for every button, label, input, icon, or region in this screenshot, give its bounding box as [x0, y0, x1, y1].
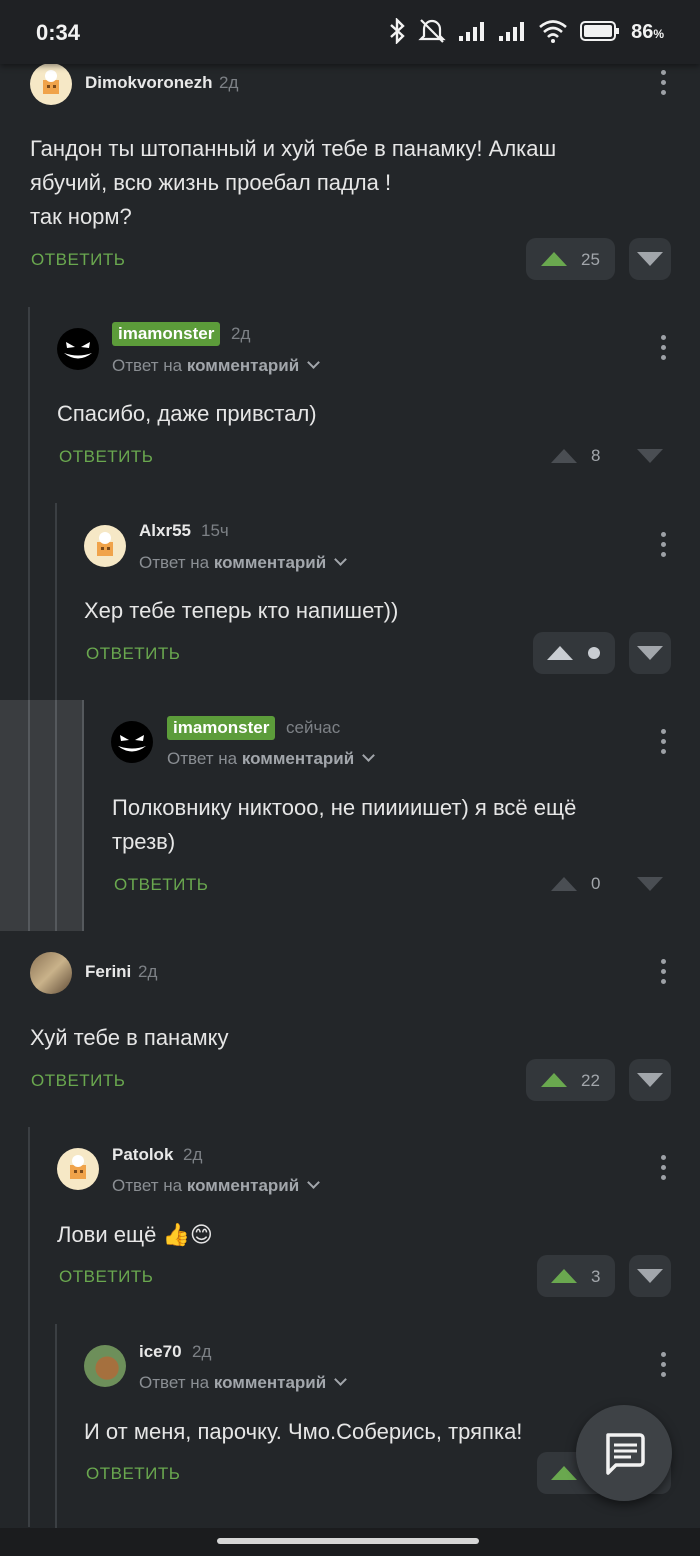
upvote-button[interactable] [551, 877, 577, 891]
battery-icon [580, 21, 619, 41]
vote-score: 3 [591, 1267, 601, 1286]
more-icon[interactable] [661, 1352, 667, 1378]
vote-hidden-indicator [588, 647, 600, 659]
thread-line [55, 1324, 57, 1528]
downvote-button[interactable] [637, 449, 663, 463]
chevron-down-icon [307, 1176, 321, 1189]
more-icon[interactable] [661, 729, 667, 755]
status-icons [388, 18, 620, 44]
home-gesture-handle[interactable] [217, 1538, 479, 1544]
reply-button[interactable]: ОТВЕТИТЬ [86, 644, 180, 664]
downvote-button[interactable] [629, 238, 671, 280]
comment-time: 2д [219, 73, 239, 92]
comment-time: 2д [192, 1342, 212, 1361]
vote-score: 25 [581, 250, 600, 269]
chevron-down-icon [334, 553, 348, 566]
upvote-icon [547, 646, 573, 660]
upvote-button[interactable] [551, 449, 577, 463]
signal-icon [499, 22, 524, 41]
vote-score: 22 [581, 1071, 600, 1090]
wifi-icon [539, 20, 567, 43]
more-icon[interactable] [661, 335, 667, 361]
upvote-icon [551, 1466, 577, 1480]
comment-time: 2д [138, 962, 158, 981]
comment-author[interactable]: Dimokvoronezh [85, 73, 213, 93]
avatar[interactable] [111, 721, 153, 763]
thread-line [28, 700, 30, 931]
comment-author[interactable]: imamonster [167, 716, 276, 740]
comment-time: 2д [183, 1145, 203, 1164]
more-icon[interactable] [661, 532, 667, 558]
comment-icon [606, 1433, 645, 1475]
comment-time: 2д [231, 324, 251, 343]
status-bar: 0:34 86% [0, 0, 700, 64]
reply-to-link[interactable]: Ответ на комментарий [167, 749, 376, 769]
reply-button[interactable]: ОТВЕТИТЬ [114, 875, 208, 895]
more-icon[interactable] [661, 70, 667, 96]
downvote-button[interactable] [629, 1059, 671, 1101]
downvote-icon [637, 1073, 663, 1087]
thread-line [55, 700, 57, 931]
reply-button[interactable]: ОТВЕТИТЬ [59, 1267, 153, 1287]
bluetooth-icon [390, 18, 405, 44]
avatar[interactable] [84, 525, 126, 567]
vote-score: 0 [591, 874, 601, 893]
avatar[interactable] [30, 952, 72, 994]
chevron-down-icon [334, 1373, 348, 1386]
comments-fab-button[interactable] [576, 1405, 672, 1501]
upvote-icon [541, 1073, 567, 1087]
thread-line [82, 700, 84, 931]
comment-author[interactable]: ice70 [139, 1342, 182, 1362]
comment-text: Хуй тебе в панамку [30, 1025, 229, 1050]
upvote-icon [551, 1269, 577, 1283]
status-time: 0:34 [36, 20, 81, 45]
reply-button[interactable]: ОТВЕТИТЬ [31, 1071, 125, 1091]
comment-author[interactable]: Ferini [85, 962, 131, 982]
vote-score: 8 [591, 446, 601, 465]
reply-button[interactable]: ОТВЕТИТЬ [31, 250, 125, 270]
upvote-button[interactable]: 22 [526, 1059, 615, 1101]
mute-icon [418, 19, 446, 43]
downvote-icon [637, 1269, 663, 1283]
thread-line [28, 1127, 30, 1527]
comment-author[interactable]: Alxr55 [139, 521, 191, 541]
reply-to-link[interactable]: Ответ на комментарий [139, 1373, 348, 1393]
upvote-icon [541, 252, 567, 266]
comment-text: Хер тебе теперь кто напишет)) [84, 598, 399, 623]
downvote-icon [637, 646, 663, 660]
upvote-button[interactable]: 25 [526, 238, 615, 280]
comment-text: Полковнику никтооо, не пиииишет) я всё е… [112, 795, 577, 854]
reply-to-link[interactable]: Ответ на комментарий [139, 553, 348, 573]
battery-level: 86% [631, 21, 664, 43]
avatar[interactable] [84, 1345, 126, 1387]
downvote-button[interactable] [629, 1255, 671, 1297]
signal-icon [459, 22, 484, 41]
comment-time: сейчас [286, 718, 341, 737]
more-icon[interactable] [661, 1155, 667, 1181]
reply-button[interactable]: ОТВЕТИТЬ [59, 447, 153, 467]
downvote-button[interactable] [629, 632, 671, 674]
comment-author[interactable]: Patolok [112, 1145, 173, 1165]
reply-button[interactable]: ОТВЕТИТЬ [86, 1464, 180, 1484]
navigation-bar [0, 1528, 700, 1556]
reply-to-link[interactable]: Ответ на комментарий [112, 1176, 321, 1196]
chevron-down-icon [307, 356, 321, 369]
upvote-button[interactable] [533, 632, 615, 674]
comment-text: Лови ещё 👍😊 [57, 1222, 213, 1247]
avatar[interactable] [57, 1148, 99, 1190]
comment-time: 15ч [201, 521, 229, 540]
more-icon[interactable] [661, 959, 667, 985]
downvote-button[interactable] [637, 877, 663, 891]
avatar[interactable] [30, 63, 72, 105]
comment-author[interactable]: imamonster [112, 322, 221, 346]
downvote-icon [637, 252, 663, 266]
reply-to-link[interactable]: Ответ на комментарий [112, 356, 321, 376]
comment-text: И от меня, парочку. Чмо.Соберись, тряпка… [84, 1419, 523, 1444]
upvote-button[interactable]: 3 [537, 1255, 615, 1297]
highlighted-thread-bar [0, 700, 84, 931]
comment-text: Спасибо, даже привстал) [57, 401, 317, 426]
chevron-down-icon [362, 749, 376, 762]
comment-text: Гандон ты штопанный и хуй тебе в панамку… [30, 136, 557, 229]
avatar[interactable] [57, 328, 99, 370]
